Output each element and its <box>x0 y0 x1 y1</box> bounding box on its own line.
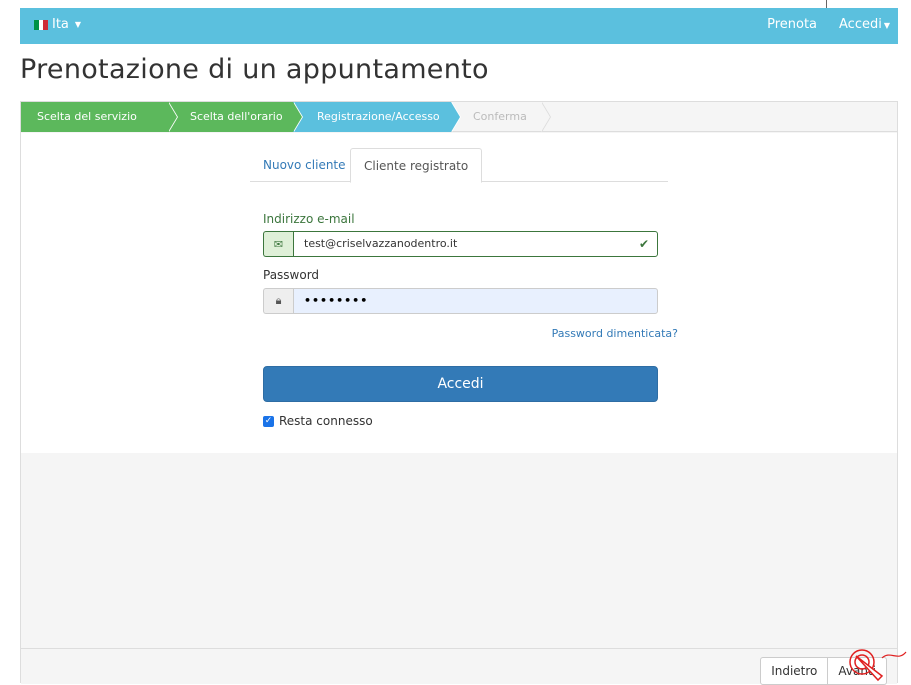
email-input-group: ✉ test@criselvazzanodentro.it ✔ <box>263 231 658 257</box>
top-navbar: Ita ▼ Prenota Accedi ▼ <box>20 8 898 44</box>
page-title: Prenotazione di un appuntamento <box>20 54 489 85</box>
email-label: Indirizzo e-mail <box>263 212 355 226</box>
top-strip <box>0 0 911 14</box>
step-arrow <box>168 102 177 132</box>
login-panel: Nuovo cliente Cliente registrato Indiriz… <box>21 133 897 453</box>
client-tabs: Nuovo cliente Cliente registrato <box>250 148 668 183</box>
login-menu[interactable]: Accedi ▼ <box>839 17 890 32</box>
step-indicator: Scelta del servizio Scelta dell'orario R… <box>21 102 897 132</box>
remember-checkbox[interactable]: ✓ <box>263 415 274 427</box>
tab-new-client[interactable]: Nuovo cliente <box>250 148 359 182</box>
remember-label: Resta connesso <box>279 414 373 428</box>
language-label: Ita <box>52 17 69 32</box>
checkmark-icon: ✔ <box>638 237 649 251</box>
step-service-label: Scelta del servizio <box>37 110 137 123</box>
step-service: Scelta del servizio <box>21 102 178 132</box>
tab-registered-client[interactable]: Cliente registrato <box>350 148 483 183</box>
password-field[interactable]: •••••••• <box>293 288 658 314</box>
envelope-icon: ✉ <box>263 231 293 257</box>
step-registration: Registrazione/Accesso <box>293 102 461 132</box>
navbar-links: Prenota Accedi ▼ <box>767 17 890 32</box>
step-confirm: Conferma <box>451 102 551 132</box>
step-confirm-label: Conferma <box>473 110 527 123</box>
italian-flag-icon <box>34 19 49 30</box>
wizard-footer: Indietro Avanti <box>21 648 897 685</box>
remember-me: ✓ Resta connesso <box>263 414 373 428</box>
language-dropdown[interactable]: Ita ▼ <box>34 17 81 32</box>
click-indicator-icon <box>849 649 907 682</box>
step-time-label: Scelta dell'orario <box>190 110 283 123</box>
step-time: Scelta dell'orario <box>168 102 303 132</box>
password-label: Password <box>263 268 320 282</box>
login-menu-label: Accedi <box>839 17 882 32</box>
password-input-group: 🔒︎ •••••••• <box>263 288 658 314</box>
step-registration-label: Registrazione/Accesso <box>317 110 440 123</box>
step-arrow <box>293 102 302 132</box>
lock-icon: 🔒︎ <box>263 288 293 314</box>
booking-wizard: Scelta del servizio Scelta dell'orario R… <box>20 101 898 685</box>
forgot-password-link[interactable]: Password dimenticata? <box>552 327 678 340</box>
step-arrow <box>451 102 460 132</box>
book-link[interactable]: Prenota <box>767 17 817 32</box>
email-field[interactable]: test@criselvazzanodentro.it ✔ <box>293 231 658 257</box>
step-arrow <box>541 102 550 132</box>
caret-down-icon: ▼ <box>883 21 890 30</box>
back-button[interactable]: Indietro <box>760 657 829 685</box>
email-value: test@criselvazzanodentro.it <box>304 237 458 250</box>
login-button[interactable]: Accedi <box>263 366 658 402</box>
caret-down-icon: ▼ <box>74 20 82 29</box>
